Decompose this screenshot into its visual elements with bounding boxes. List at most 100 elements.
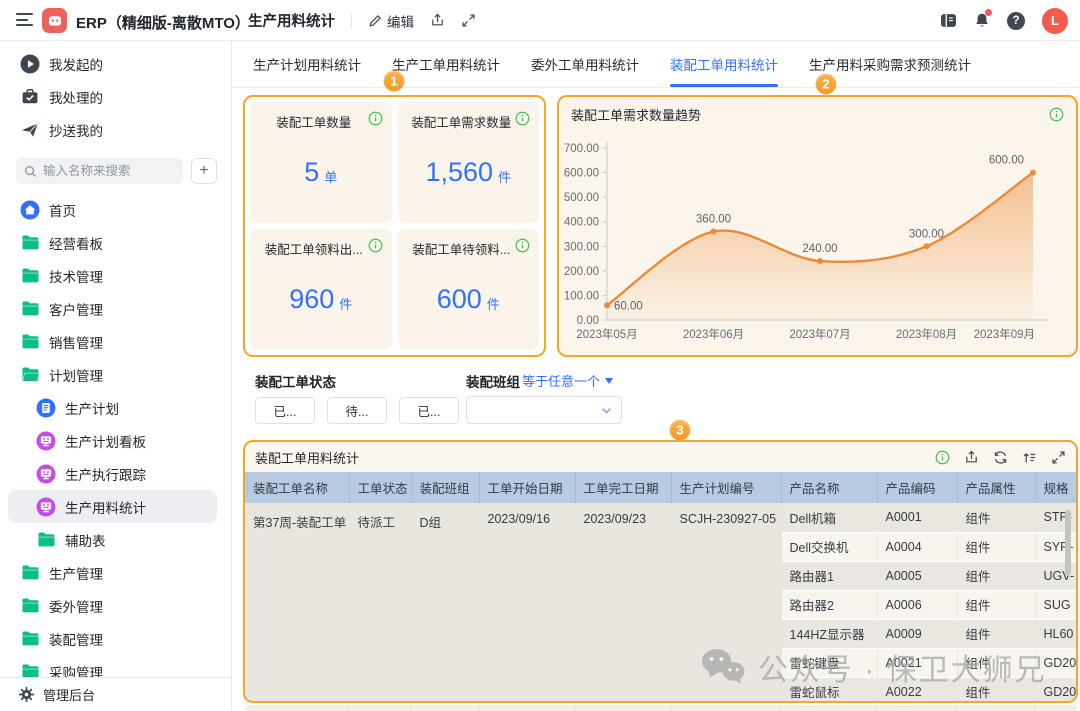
stat-value-row: 5单 bbox=[250, 131, 392, 223]
table-cell bbox=[781, 705, 877, 711]
sidebar-item[interactable]: 辅助表 bbox=[0, 523, 231, 556]
sidebar-quick-item[interactable]: 抄送我的 bbox=[0, 113, 231, 146]
svg-text:2023年06月: 2023年06月 bbox=[683, 327, 744, 341]
briefcase-check-icon bbox=[20, 87, 40, 107]
sidebar-item-label: 销售管理 bbox=[49, 332, 103, 352]
add-button[interactable]: + bbox=[191, 158, 217, 184]
stat-card: 装配工单待领料...600件 bbox=[398, 229, 540, 350]
folder-icon bbox=[36, 530, 56, 550]
sidebar-item[interactable]: 生产计划 bbox=[0, 391, 231, 424]
tab-label: 装配工单用料统计 bbox=[670, 54, 778, 74]
column-header: 产品属性 bbox=[957, 472, 1035, 503]
sidebar-collapse-icon[interactable] bbox=[16, 13, 33, 27]
table-cell: 组件 bbox=[957, 590, 1035, 619]
team-select[interactable] bbox=[466, 396, 622, 424]
table-scrollbar[interactable] bbox=[1065, 510, 1071, 576]
material-table: 装配工单名称工单状态装配班组工单开始日期工单完工日期生产计划编号产品名称产品编码… bbox=[245, 472, 1077, 703]
column-header: 产品名称 bbox=[781, 472, 877, 503]
tab-1[interactable]: 生产计划用料统计 bbox=[253, 41, 361, 87]
gear-icon bbox=[18, 686, 35, 703]
panel-toggle-icon[interactable] bbox=[940, 13, 957, 28]
table-cell: GD20 bbox=[1035, 648, 1076, 677]
folder-icon bbox=[20, 563, 40, 583]
column-header: 工单完工日期 bbox=[575, 472, 671, 503]
stat-card-value: 5 bbox=[304, 157, 319, 188]
table-cell: 已完工 bbox=[349, 705, 411, 711]
svg-text:2023年09月: 2023年09月 bbox=[974, 327, 1035, 341]
home-icon bbox=[20, 200, 40, 220]
status-chip-3[interactable]: 已... bbox=[399, 397, 459, 424]
avatar[interactable]: L bbox=[1042, 8, 1068, 34]
info-icon[interactable] bbox=[368, 111, 383, 126]
notification-dot bbox=[985, 9, 992, 16]
svg-text:2023年07月: 2023年07月 bbox=[789, 327, 850, 341]
sidebar-item-label: 抄送我的 bbox=[49, 120, 103, 140]
svg-text:500.00: 500.00 bbox=[564, 192, 599, 204]
info-icon[interactable] bbox=[935, 450, 950, 465]
table-cell bbox=[877, 705, 957, 711]
team-operator-dropdown[interactable]: 等于任意一个 bbox=[522, 371, 613, 390]
sidebar-item[interactable]: 首页 bbox=[0, 193, 231, 226]
sidebar-nav-list: 首页经营看板技术管理客户管理销售管理计划管理生产计划生产计划看板生产执行跟踪生产… bbox=[0, 186, 231, 688]
sidebar-item-admin[interactable]: 管理后台 bbox=[0, 677, 231, 711]
sidebar-item[interactable]: 客户管理 bbox=[0, 292, 231, 325]
notification-bell-icon[interactable] bbox=[974, 12, 990, 29]
info-icon[interactable] bbox=[1049, 107, 1064, 122]
status-chip-1[interactable]: 已... bbox=[255, 397, 315, 424]
sidebar-item-label: 客户管理 bbox=[49, 299, 103, 319]
share-icon[interactable] bbox=[430, 13, 445, 28]
table-row[interactable]: 第37周-装配工单待派工D组2023/09/162023/09/23SCJH-2… bbox=[245, 503, 1076, 532]
sidebar-item[interactable]: 经营看板 bbox=[0, 226, 231, 259]
stat-value-row: 1,560 件 bbox=[398, 131, 540, 223]
export-icon[interactable] bbox=[964, 450, 979, 465]
status-chip-group: 已... 待... 已... bbox=[255, 397, 459, 424]
sidebar-item[interactable]: 计划管理 bbox=[0, 358, 231, 391]
column-header: 工单状态 bbox=[349, 472, 411, 503]
svg-text:360.00: 360.00 bbox=[696, 214, 731, 226]
sidebar-item[interactable]: 生产执行跟踪 bbox=[0, 457, 231, 490]
search-input[interactable] bbox=[43, 164, 175, 178]
tab-3[interactable]: 委外工单用料统计 bbox=[531, 41, 639, 87]
sidebar-item[interactable]: 委外管理 bbox=[0, 589, 231, 622]
tab-4[interactable]: 装配工单用料统计 bbox=[670, 41, 778, 87]
tab-label: 生产用料采购需求预测统计 bbox=[809, 54, 971, 74]
expand-icon[interactable] bbox=[1051, 450, 1066, 465]
edit-button[interactable]: 编辑 bbox=[368, 11, 414, 31]
info-icon[interactable] bbox=[368, 238, 383, 253]
tab-2[interactable]: 生产工单用料统计 bbox=[392, 41, 500, 87]
app-root: ERP（精细版-离散MTO） 生产用料统计 编辑 ? L 我发起的我处理的抄送我… bbox=[0, 0, 1080, 711]
info-icon[interactable] bbox=[515, 111, 530, 126]
table-cell: C组 bbox=[411, 705, 479, 711]
sidebar-item[interactable]: 生产管理 bbox=[0, 556, 231, 589]
sort-icon[interactable] bbox=[1022, 450, 1037, 465]
fullscreen-icon[interactable] bbox=[461, 13, 476, 28]
svg-text:300.00: 300.00 bbox=[909, 228, 944, 240]
search-icon bbox=[24, 165, 37, 178]
table-cell: 2023/09/16 bbox=[479, 503, 575, 703]
sidebar-item[interactable]: 生产用料统计 bbox=[8, 490, 217, 523]
sidebar-search[interactable] bbox=[16, 158, 183, 184]
board-icon bbox=[36, 431, 56, 451]
refresh-icon[interactable] bbox=[993, 450, 1008, 465]
help-icon[interactable]: ? bbox=[1007, 12, 1025, 30]
stat-card-value: 1,560 bbox=[425, 157, 493, 188]
sidebar-item[interactable]: 销售管理 bbox=[0, 325, 231, 358]
stat-card-value: 960 bbox=[289, 284, 334, 315]
folder-icon bbox=[20, 299, 40, 319]
table-cell: 雷蛇鼠标 bbox=[781, 677, 877, 703]
sidebar-quick-item[interactable]: 我发起的 bbox=[0, 47, 231, 80]
info-icon[interactable] bbox=[515, 238, 530, 253]
status-chip-2[interactable]: 待... bbox=[327, 397, 387, 424]
tab-label: 生产工单用料统计 bbox=[392, 54, 500, 74]
status-filter-label: 装配工单状态 bbox=[255, 371, 336, 391]
sidebar-item[interactable]: 装配管理 bbox=[0, 622, 231, 655]
sidebar-item-label: 生产用料统计 bbox=[65, 497, 146, 517]
table-cell: 雷蛇键盘 bbox=[781, 648, 877, 677]
table-cell bbox=[479, 705, 575, 711]
stat-card-unit: 件 bbox=[498, 167, 511, 186]
sidebar-item[interactable]: 技术管理 bbox=[0, 259, 231, 292]
sidebar-quick-item[interactable]: 我处理的 bbox=[0, 80, 231, 113]
svg-text:2023年08月: 2023年08月 bbox=[896, 327, 957, 341]
sidebar-item[interactable]: 生产计划看板 bbox=[0, 424, 231, 457]
step-badge-1: 1 bbox=[384, 71, 405, 92]
